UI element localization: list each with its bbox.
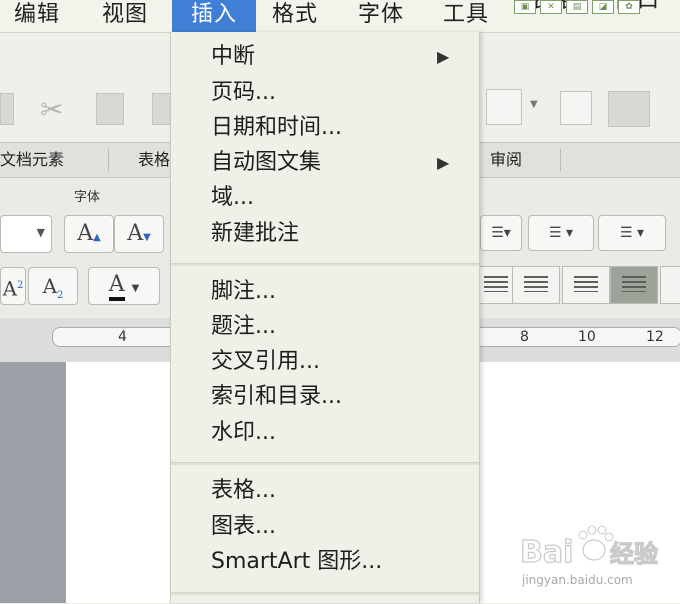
tab-tables[interactable]: 表格 <box>138 143 170 177</box>
share-icon[interactable]: ◪ <box>592 0 614 14</box>
superscript-button[interactable]: A2 <box>0 267 26 305</box>
share-icons: ▣ ✕ ▤ ◪ ✿ <box>514 0 640 14</box>
expand-icon[interactable]: ✕ <box>540 0 562 14</box>
menu-edit[interactable]: 编辑 <box>14 0 60 32</box>
menu-item-page-number[interactable]: 页码... <box>211 76 276 110</box>
table-icon[interactable] <box>560 91 592 125</box>
align-center-button[interactable] <box>512 266 560 304</box>
menu-item-chart[interactable]: 图表... <box>211 510 276 544</box>
menu-item-index-toc[interactable]: 索引和目录... <box>211 380 342 414</box>
menu-item-autotext[interactable]: 自动图文集 <box>211 146 321 180</box>
font-group-label: 字体 <box>74 190 101 205</box>
layout-icon[interactable] <box>486 89 522 125</box>
toolbar-icon[interactable] <box>0 93 14 125</box>
bullets-button[interactable]: ☰▾ <box>480 215 522 251</box>
chevron-down-icon[interactable]: ▼ <box>530 99 538 110</box>
menu-item-break[interactable]: 中断 <box>211 40 255 74</box>
chevron-down-icon: ▼ <box>36 226 45 239</box>
menu-separator <box>171 592 479 595</box>
copy-icon[interactable] <box>96 93 124 125</box>
menu-item-caption[interactable]: 题注... <box>211 310 276 344</box>
paw-icon <box>578 525 614 561</box>
save-icon[interactable]: ▤ <box>566 0 588 14</box>
tab-review[interactable]: 审阅 <box>490 143 522 177</box>
menu-font[interactable]: 字体 <box>358 0 404 32</box>
tab-divider <box>560 149 561 171</box>
justify-button[interactable] <box>610 266 658 304</box>
watermark-brand-cn: 经验 <box>610 540 658 568</box>
gear-icon[interactable]: ✿ <box>618 0 640 14</box>
menu-item-field[interactable]: 域... <box>211 181 254 215</box>
menu-item-date-time[interactable]: 日期和时间... <box>211 111 342 145</box>
menu-item-watermark[interactable]: 水印... <box>211 416 276 450</box>
insert-menu: 中断 ▶ 页码... 日期和时间... 自动图文集 ▶ 域... 新建批注 脚注… <box>170 32 480 603</box>
scissors-icon[interactable]: ✂ <box>40 93 63 126</box>
menu-item-cross-reference[interactable]: 交叉引用... <box>211 345 320 379</box>
submenu-arrow-icon: ▶ <box>437 153 450 172</box>
menu-insert[interactable]: 插入 <box>172 0 256 32</box>
multilevel-list-button[interactable]: ☰ ▾ <box>598 215 666 251</box>
ruler-number: 10 <box>578 329 596 345</box>
document-margin <box>0 362 66 603</box>
menu-view[interactable]: 视图 <box>102 0 148 32</box>
align-right-button[interactable] <box>562 266 610 304</box>
menu-tools[interactable]: 工具 <box>443 0 489 32</box>
font-color-button[interactable]: A ▼ <box>88 267 160 305</box>
watermark-brand: Bai <box>520 535 573 570</box>
submenu-arrow-icon: ▶ <box>437 47 450 66</box>
menu-separator <box>171 263 479 266</box>
menu-format[interactable]: 格式 <box>272 0 318 32</box>
menu-item-footnote[interactable]: 脚注... <box>211 275 276 309</box>
ruler-number: 12 <box>646 329 664 345</box>
menu-separator <box>171 462 479 465</box>
subscript-button[interactable]: A2 <box>28 267 78 305</box>
more-button[interactable] <box>660 266 680 304</box>
tab-divider <box>108 149 109 171</box>
grow-font-button[interactable]: A▲ <box>64 215 114 253</box>
menu-item-table[interactable]: 表格... <box>211 474 276 508</box>
baidu-watermark: Bai 经验 jingyan.baidu.com <box>519 520 680 600</box>
paste-icon[interactable] <box>152 93 172 125</box>
ruler-number: 8 <box>520 329 529 345</box>
watermark-url: jingyan.baidu.com <box>521 573 633 587</box>
menu-item-new-comment[interactable]: 新建批注 <box>211 217 299 251</box>
numbering-button[interactable]: ☰ ▾ <box>528 215 594 251</box>
menu-bar: 编辑 视图 插入 格式 字体 工具 表格 窗口 ▣ ✕ ▤ ◪ ✿ <box>0 0 680 33</box>
tab-document-elements[interactable]: 文档元素 <box>0 143 64 177</box>
ruler-number: 4 <box>118 329 127 345</box>
font-size-select[interactable]: ▼ <box>0 215 52 253</box>
menu-item-smartart[interactable]: SmartArt 图形... <box>211 545 382 579</box>
baidu-logo: Bai 经验 jingyan.baidu.com <box>519 525 659 587</box>
copy-icon[interactable]: ▣ <box>514 0 536 14</box>
shrink-font-button[interactable]: A▼ <box>114 215 164 253</box>
media-icon[interactable] <box>608 91 650 127</box>
